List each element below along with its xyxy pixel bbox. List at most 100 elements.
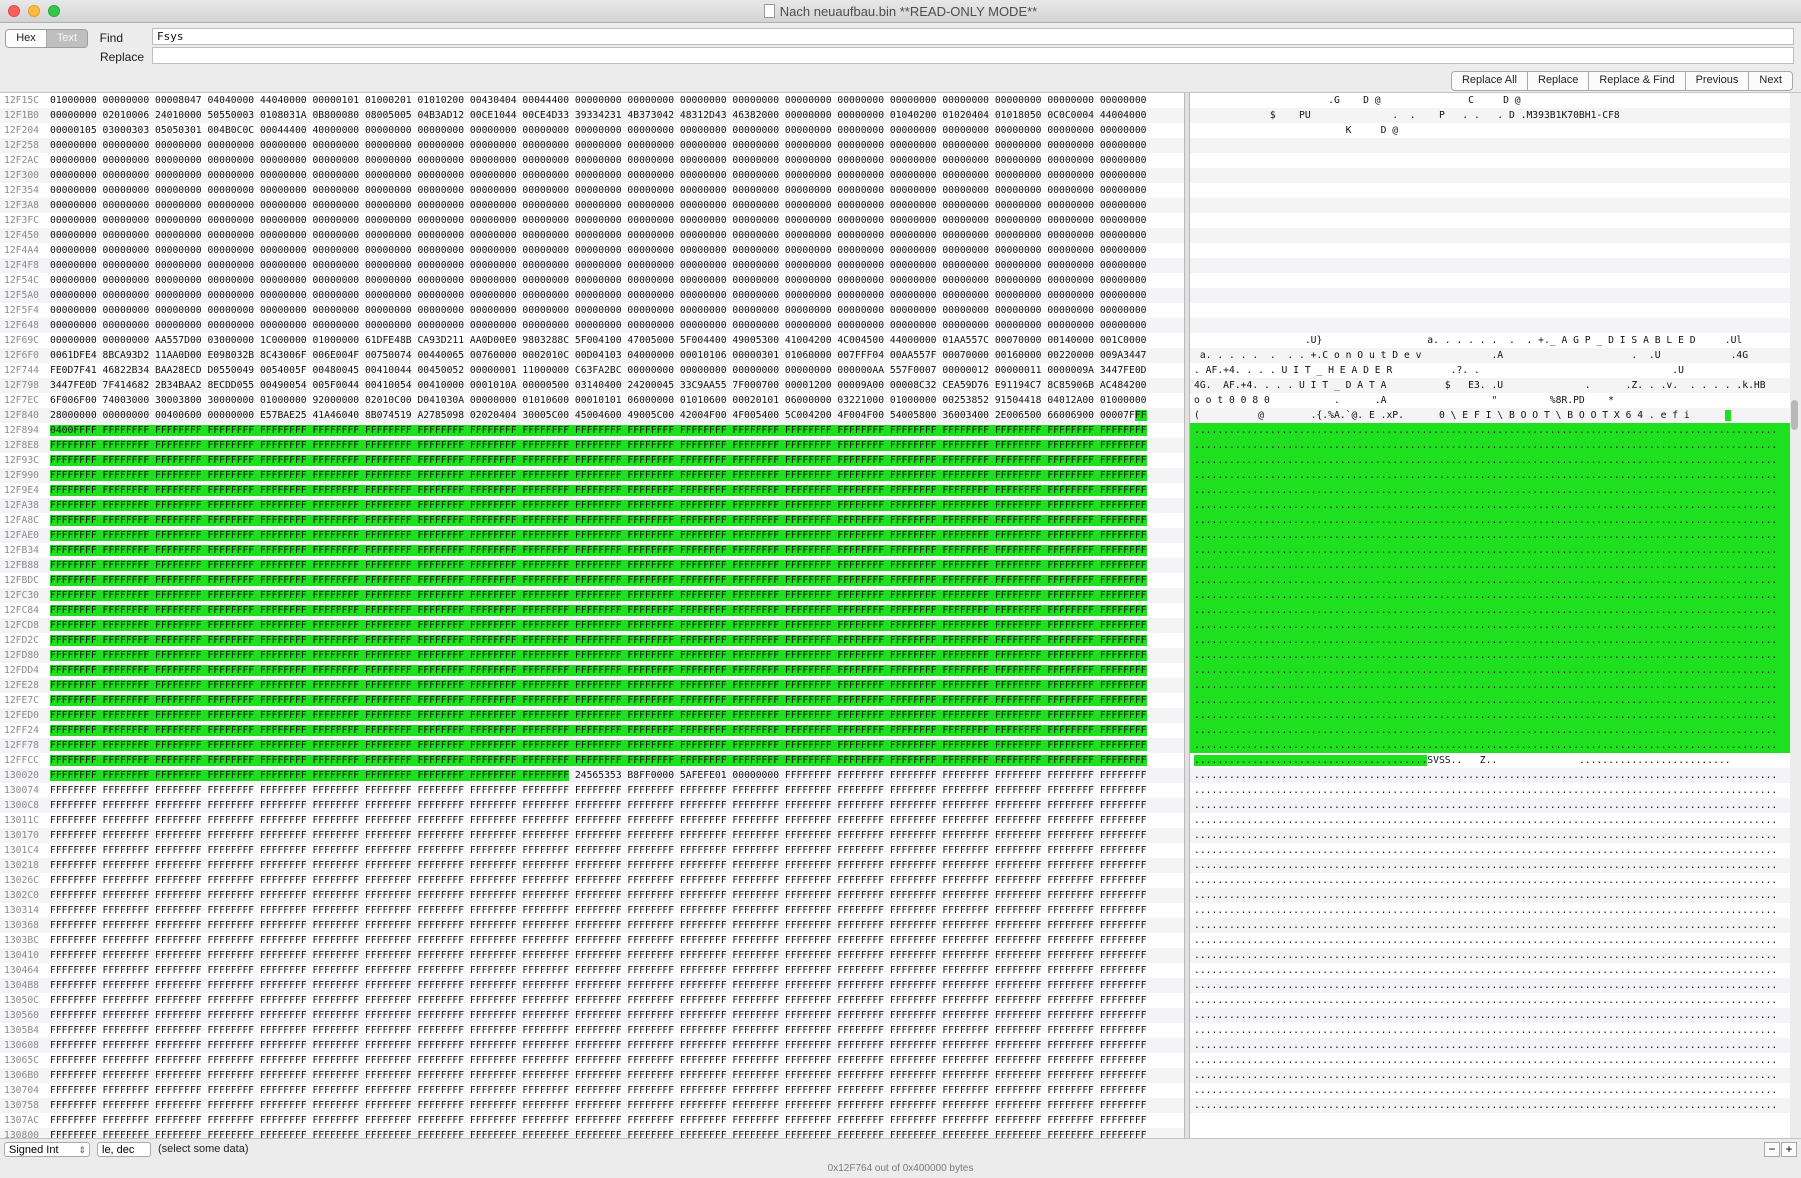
text-row[interactable]: ........................................…: [1190, 993, 1790, 1008]
previous-button[interactable]: Previous: [1684, 71, 1750, 91]
hex-row[interactable]: 12F5A0 00000000 00000000 00000000 0000000…: [0, 288, 1184, 303]
text-row[interactable]: o o t 0 0 8 0 . .A " %8R.PD *: [1190, 393, 1790, 408]
text-row[interactable]: ........................................…: [1190, 978, 1790, 993]
text-row[interactable]: ........................................…: [1190, 693, 1790, 708]
hex-row-bytes[interactable]: 00000000 00000000 AA557D00 03000000 1C00…: [50, 333, 1147, 348]
remove-inspector-button[interactable]: −: [1764, 1142, 1780, 1157]
hex-row-bytes[interactable]: FFFFFFFF FFFFFFFF FFFFFFFF FFFFFFFF FFFF…: [50, 738, 1147, 753]
hex-row-bytes[interactable]: 00000105 03000303 05050301 004B0C0C 0004…: [50, 123, 1147, 138]
text-row[interactable]: 4G. AF.+4. . . . U I T _ D A T A $ E3. .…: [1190, 378, 1790, 393]
hex-row[interactable]: 12F744 FE0D7F41 46822B34 BAA28ECD D055004…: [0, 363, 1184, 378]
hex-row-bytes[interactable]: FFFFFFFF FFFFFFFF FFFFFFFF FFFFFFFF FFFF…: [50, 873, 1147, 888]
hex-row-bytes[interactable]: 28000000 00000000 00400600 00000000 E57B…: [50, 408, 1147, 423]
hex-row[interactable]: 12F4A4 00000000 00000000 00000000 0000000…: [0, 243, 1184, 258]
hex-row[interactable]: 12F798 3447FE0D 7F414682 2B34BAA2 8ECDD05…: [0, 378, 1184, 393]
hex-row[interactable]: 130758 FFFFFFFF FFFFFFFF FFFFFFFF FFFFFFF…: [0, 1098, 1184, 1113]
hex-row[interactable]: 130368 FFFFFFFF FFFFFFFF FFFFFFFF FFFFFFF…: [0, 918, 1184, 933]
hex-row[interactable]: 12FF78 FFFFFFFF FFFFFFFF FFFFFFFF FFFFFFF…: [0, 738, 1184, 753]
text-row[interactable]: ........................................…: [1190, 1068, 1790, 1083]
hex-row[interactable]: 13050C FFFFFFFF FFFFFFFF FFFFFFFF FFFFFFF…: [0, 993, 1184, 1008]
hex-row[interactable]: 130170 FFFFFFFF FFFFFFFF FFFFFFFF FFFFFFF…: [0, 828, 1184, 843]
hex-row[interactable]: 1303BC FFFFFFFF FFFFFFFF FFFFFFFF FFFFFFF…: [0, 933, 1184, 948]
hex-row[interactable]: 130800 FFFFFFFF FFFFFFFF FFFFFFFF FFFFFFF…: [0, 1128, 1184, 1138]
hex-row-bytes[interactable]: FFFFFFFF FFFFFFFF FFFFFFFF FFFFFFFF FFFF…: [50, 1053, 1147, 1068]
text-row[interactable]: ........................................…: [1190, 783, 1790, 798]
hex-row-bytes[interactable]: FFFFFFFF FFFFFFFF FFFFFFFF FFFFFFFF FFFF…: [50, 1113, 1147, 1128]
hex-row-bytes[interactable]: FFFFFFFF FFFFFFFF FFFFFFFF FFFFFFFF FFFF…: [50, 678, 1147, 693]
text-row[interactable]: ........................................…: [1190, 543, 1790, 558]
hex-row[interactable]: 12FBDC FFFFFFFF FFFFFFFF FFFFFFFF FFFFFFF…: [0, 573, 1184, 588]
text-row[interactable]: ........................................…: [1190, 558, 1790, 573]
hex-row[interactable]: 12FF24 FFFFFFFF FFFFFFFF FFFFFFFF FFFFFFF…: [0, 723, 1184, 738]
hex-row-bytes[interactable]: FFFFFFFF FFFFFFFF FFFFFFFF FFFFFFFF FFFF…: [50, 828, 1147, 843]
hex-row-bytes[interactable]: FFFFFFFF FFFFFFFF FFFFFFFF FFFFFFFF FFFF…: [50, 753, 1147, 768]
hex-row-bytes[interactable]: FFFFFFFF FFFFFFFF FFFFFFFF FFFFFFFF FFFF…: [50, 648, 1147, 663]
text-row[interactable]: ........................................…: [1190, 618, 1790, 633]
hex-row[interactable]: 12F450 00000000 00000000 00000000 0000000…: [0, 228, 1184, 243]
text-row[interactable]: . AF.+4. . . . U I T _ H E A D E R .?. .…: [1190, 363, 1790, 378]
text-row[interactable]: ........................................…: [1190, 603, 1790, 618]
hex-row-bytes[interactable]: FFFFFFFF FFFFFFFF FFFFFFFF FFFFFFFF FFFF…: [50, 438, 1147, 453]
text-row[interactable]: ........................................…: [1190, 528, 1790, 543]
hex-row[interactable]: 1300C8 FFFFFFFF FFFFFFFF FFFFFFFF FFFFFFF…: [0, 798, 1184, 813]
text-row[interactable]: ........................................…: [1190, 648, 1790, 663]
hex-row[interactable]: 12F300 00000000 00000000 00000000 0000000…: [0, 168, 1184, 183]
hex-row-bytes[interactable]: 00000000 00000000 00000000 00000000 0000…: [50, 153, 1147, 168]
add-inspector-button[interactable]: +: [1781, 1142, 1797, 1157]
hex-row[interactable]: 130314 FFFFFFFF FFFFFFFF FFFFFFFF FFFFFFF…: [0, 903, 1184, 918]
hex-row[interactable]: 1304B8 FFFFFFFF FFFFFFFF FFFFFFFF FFFFFFF…: [0, 978, 1184, 993]
hex-row[interactable]: 12F5F4 00000000 00000000 00000000 0000000…: [0, 303, 1184, 318]
hex-row-bytes[interactable]: FFFFFFFF FFFFFFFF FFFFFFFF FFFFFFFF FFFF…: [50, 783, 1147, 798]
text-row[interactable]: ........................................…: [1190, 843, 1790, 858]
text-row[interactable]: K D @: [1190, 123, 1790, 138]
hex-row[interactable]: 12F3A8 00000000 00000000 00000000 0000000…: [0, 198, 1184, 213]
hex-row-bytes[interactable]: FFFFFFFF FFFFFFFF FFFFFFFF FFFFFFFF FFFF…: [50, 1038, 1147, 1053]
hex-row-bytes[interactable]: 00000000 00000000 00000000 00000000 0000…: [50, 243, 1147, 258]
text-row[interactable]: ........................................…: [1190, 918, 1790, 933]
text-row[interactable]: ........................................…: [1190, 438, 1790, 453]
text-row[interactable]: ........................................…: [1190, 1038, 1790, 1053]
hex-row[interactable]: 12FFCC FFFFFFFF FFFFFFFF FFFFFFFF FFFFFFF…: [0, 753, 1184, 768]
type-select[interactable]: Signed Int ⇕: [4, 1142, 90, 1157]
hex-row[interactable]: 12F894 0400FFFF FFFFFFFF FFFFFFFF FFFFFFF…: [0, 423, 1184, 438]
hex-row[interactable]: 12FED0 FFFFFFFF FFFFFFFF FFFFFFFF FFFFFFF…: [0, 708, 1184, 723]
hex-row[interactable]: 12F93C FFFFFFFF FFFFFFFF FFFFFFFF FFFFFFF…: [0, 453, 1184, 468]
hex-row[interactable]: 12F4F8 00000000 00000000 00000000 0000000…: [0, 258, 1184, 273]
hex-row-bytes[interactable]: FFFFFFFF FFFFFFFF FFFFFFFF FFFFFFFF FFFF…: [50, 888, 1147, 903]
text-row[interactable]: ........................................…: [1190, 1023, 1790, 1038]
text-row[interactable]: ( @ .{.%A.`@. E .xP. 0 \ E F I \ B O O T…: [1190, 408, 1790, 423]
hex-row-bytes[interactable]: FFFFFFFF FFFFFFFF FFFFFFFF FFFFFFFF FFFF…: [50, 453, 1147, 468]
hex-row-bytes[interactable]: 00000000 02010006 24010000 50550003 0108…: [50, 108, 1147, 123]
hex-row[interactable]: 12F69C 00000000 00000000 AA557D00 0300000…: [0, 333, 1184, 348]
text-row[interactable]: [1190, 288, 1790, 303]
text-row[interactable]: $ PU . . P . . . D .M393B1K70BH1-CF8 .P …: [1190, 108, 1790, 123]
text-row[interactable]: ........................................…: [1190, 948, 1790, 963]
hex-row[interactable]: 130704 FFFFFFFF FFFFFFFF FFFFFFFF FFFFFFF…: [0, 1083, 1184, 1098]
hex-row[interactable]: 12FB88 FFFFFFFF FFFFFFFF FFFFFFFF FFFFFFF…: [0, 558, 1184, 573]
text-row[interactable]: ........................................…: [1190, 813, 1790, 828]
text-row[interactable]: [1190, 153, 1790, 168]
hex-row-bytes[interactable]: FFFFFFFF FFFFFFFF FFFFFFFF FFFFFFFF FFFF…: [50, 588, 1147, 603]
hex-row-bytes[interactable]: FFFFFFFF FFFFFFFF FFFFFFFF FFFFFFFF FFFF…: [50, 978, 1147, 993]
hex-row-bytes[interactable]: 00000000 00000000 00000000 00000000 0000…: [50, 213, 1147, 228]
hex-row-bytes[interactable]: 00000000 00000000 00000000 00000000 0000…: [50, 273, 1147, 288]
hex-row-bytes[interactable]: FFFFFFFF FFFFFFFF FFFFFFFF FFFFFFFF FFFF…: [50, 918, 1147, 933]
hex-row[interactable]: 1306B0 FFFFFFFF FFFFFFFF FFFFFFFF FFFFFFF…: [0, 1068, 1184, 1083]
text-row[interactable]: ........................................…: [1190, 633, 1790, 648]
hex-row-bytes[interactable]: FFFFFFFF FFFFFFFF FFFFFFFF FFFFFFFF FFFF…: [50, 663, 1147, 678]
hex-row[interactable]: 12F258 00000000 00000000 00000000 0000000…: [0, 138, 1184, 153]
hex-row-bytes[interactable]: FFFFFFFF FFFFFFFF FFFFFFFF FFFFFFFF FFFF…: [50, 498, 1147, 513]
hex-row[interactable]: 12FD80 FFFFFFFF FFFFFFFF FFFFFFFF FFFFFFF…: [0, 648, 1184, 663]
hex-row[interactable]: 12F15C 01000000 00000000 00008047 0404000…: [0, 93, 1184, 108]
text-row[interactable]: [1190, 138, 1790, 153]
hex-row-bytes[interactable]: 00000000 00000000 00000000 00000000 0000…: [50, 183, 1147, 198]
hex-row-bytes[interactable]: FFFFFFFF FFFFFFFF FFFFFFFF FFFFFFFF FFFF…: [50, 963, 1147, 978]
hex-row[interactable]: 1302C0 FFFFFFFF FFFFFFFF FFFFFFFF FFFFFFF…: [0, 888, 1184, 903]
hex-row-bytes[interactable]: FFFFFFFF FFFFFFFF FFFFFFFF FFFFFFFF FFFF…: [50, 723, 1147, 738]
text-row[interactable]: ........................................…: [1190, 483, 1790, 498]
text-row[interactable]: [1190, 318, 1790, 333]
hex-row[interactable]: 1301C4 FFFFFFFF FFFFFFFF FFFFFFFF FFFFFFF…: [0, 843, 1184, 858]
text-row[interactable]: ........................................…: [1190, 663, 1790, 678]
next-button[interactable]: Next: [1748, 71, 1793, 91]
text-row[interactable]: ........................................…: [1190, 678, 1790, 693]
